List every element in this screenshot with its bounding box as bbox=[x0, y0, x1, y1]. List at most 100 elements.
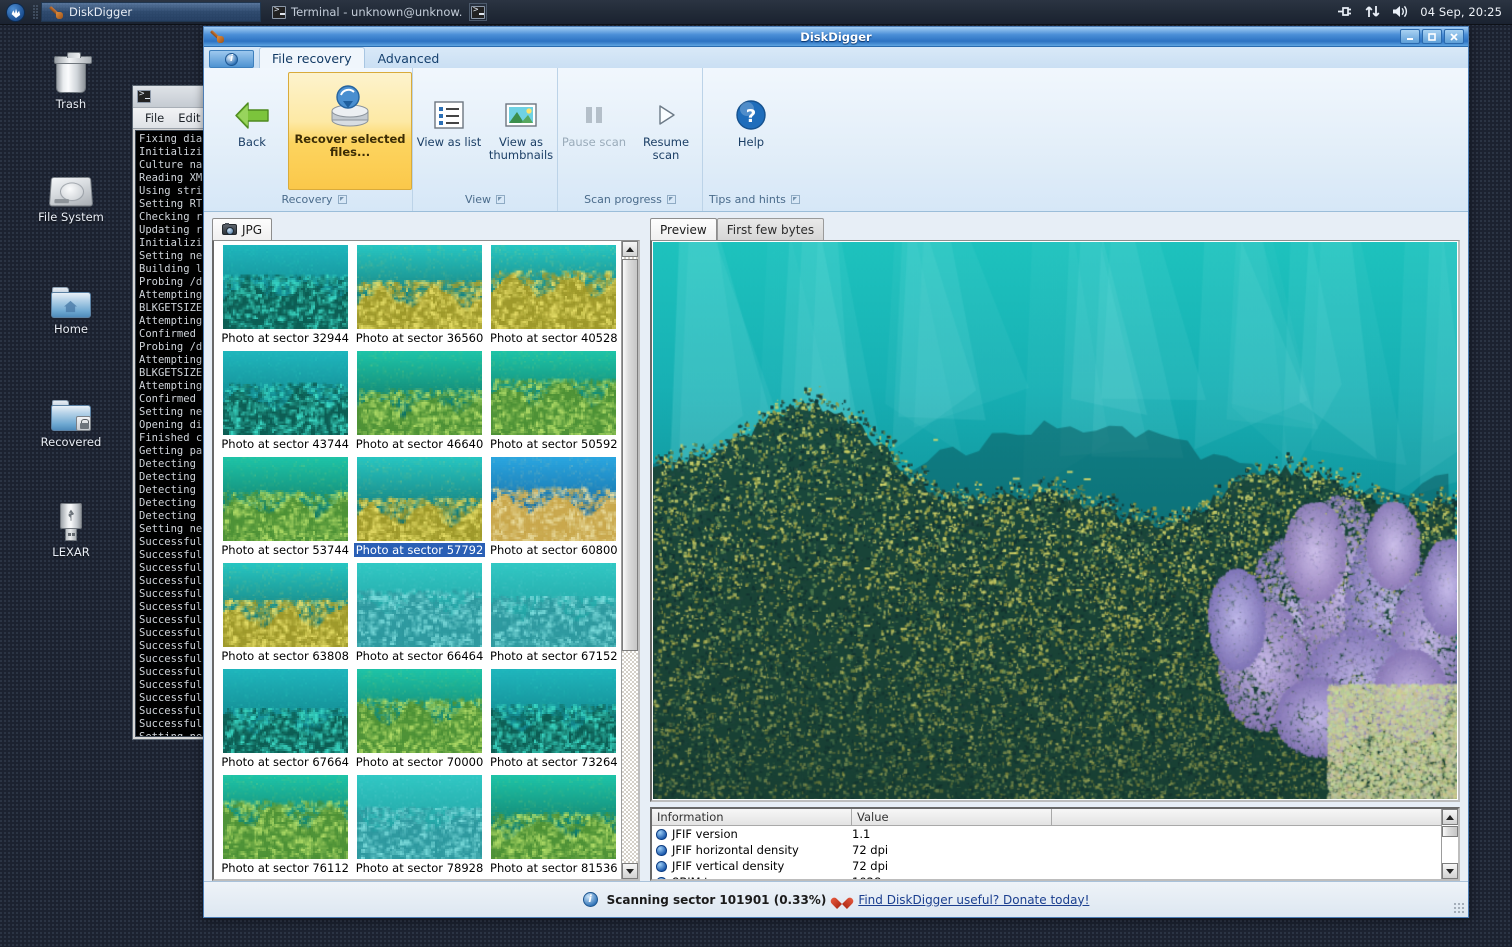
thumbnail-vertical-scrollbar[interactable] bbox=[621, 241, 638, 879]
start-menu-button[interactable] bbox=[0, 0, 30, 25]
thumbnail-image[interactable] bbox=[223, 563, 348, 647]
ribbon-app-button[interactable]: i bbox=[209, 50, 254, 68]
thumbnail-item[interactable]: Photo at sector 36560 bbox=[352, 245, 486, 351]
thumbnail-image[interactable] bbox=[357, 457, 482, 541]
network-updown-icon[interactable] bbox=[1364, 4, 1383, 21]
dialog-launcher-icon[interactable] bbox=[496, 195, 505, 204]
thumbnail-item[interactable]: Photo at sector 81536 bbox=[487, 775, 621, 879]
thumbnail-caption[interactable]: Photo at sector 46640 bbox=[354, 437, 486, 451]
metadata-vertical-scrollbar[interactable] bbox=[1441, 809, 1458, 879]
volume-icon[interactable] bbox=[1392, 4, 1411, 21]
thumbnail-caption[interactable]: Photo at sector 60800 bbox=[488, 543, 620, 557]
thumbnail-item[interactable]: Photo at sector 50592 bbox=[487, 351, 621, 457]
desktop-icon-home[interactable]: Home bbox=[25, 272, 117, 336]
thumbnail-scroll-area[interactable]: Photo at sector 32944Photo at sector 365… bbox=[214, 241, 621, 879]
thumbnail-item[interactable]: Photo at sector 57792 bbox=[352, 457, 486, 563]
thumbnail-item[interactable]: Photo at sector 66464 bbox=[352, 563, 486, 669]
taskbar-grip[interactable] bbox=[33, 5, 38, 20]
thumbnail-item[interactable]: Photo at sector 67152 bbox=[487, 563, 621, 669]
thumbnail-image[interactable] bbox=[491, 669, 616, 753]
view-as-thumbnails-button[interactable]: View as thumbnails bbox=[485, 72, 557, 162]
thumbnail-image[interactable] bbox=[491, 775, 616, 859]
thumbnail-caption[interactable]: Photo at sector 66464 bbox=[354, 649, 486, 663]
resize-grip[interactable] bbox=[1454, 903, 1466, 915]
table-row[interactable]: JFIF vertical density72 dpi bbox=[652, 858, 1458, 874]
thumbnail-image[interactable] bbox=[357, 669, 482, 753]
thumbnail-item[interactable]: Photo at sector 67664 bbox=[218, 669, 352, 775]
thumbnail-image[interactable] bbox=[491, 563, 616, 647]
thumbnail-item[interactable]: Photo at sector 46640 bbox=[352, 351, 486, 457]
tab-preview[interactable]: Preview bbox=[650, 218, 717, 240]
power-plug-icon[interactable] bbox=[1336, 4, 1355, 21]
column-header-information[interactable]: Information bbox=[652, 809, 852, 826]
tab-advanced[interactable]: Advanced bbox=[365, 47, 453, 68]
thumbnail-caption[interactable]: Photo at sector 81536 bbox=[488, 861, 620, 875]
scroll-up-button[interactable] bbox=[1442, 809, 1458, 825]
desktop-icon-trash[interactable]: Trash bbox=[25, 47, 117, 111]
thumbnail-caption[interactable]: Photo at sector 70000 bbox=[354, 755, 486, 769]
maximize-button[interactable] bbox=[1422, 29, 1442, 44]
thumbnail-item[interactable]: Photo at sector 70000 bbox=[352, 669, 486, 775]
thumbnail-image[interactable] bbox=[491, 457, 616, 541]
thumbnail-caption[interactable]: Photo at sector 73264 bbox=[488, 755, 620, 769]
scrollbar-thumb[interactable] bbox=[1442, 826, 1458, 837]
dialog-launcher-icon[interactable] bbox=[791, 195, 800, 204]
thumbnail-caption[interactable]: Photo at sector 76112 bbox=[219, 861, 351, 875]
thumbnail-image[interactable] bbox=[223, 457, 348, 541]
thumbnail-item[interactable]: Photo at sector 32944 bbox=[218, 245, 352, 351]
back-button[interactable]: Back bbox=[216, 72, 288, 149]
thumbnail-caption[interactable]: Photo at sector 50592 bbox=[488, 437, 620, 451]
task-button-diskdigger[interactable]: DiskDigger bbox=[41, 2, 261, 22]
thumbnail-image[interactable] bbox=[223, 351, 348, 435]
donate-link[interactable]: Find DiskDigger useful? Donate today! bbox=[858, 893, 1089, 907]
dialog-launcher-icon[interactable] bbox=[338, 195, 347, 204]
thumbnail-image[interactable] bbox=[223, 775, 348, 859]
thumbnail-image[interactable] bbox=[357, 775, 482, 859]
thumbnail-item[interactable]: Photo at sector 43744 bbox=[218, 351, 352, 457]
thumbnail-caption[interactable]: Photo at sector 57792 bbox=[354, 543, 486, 557]
thumbnail-image[interactable] bbox=[491, 351, 616, 435]
thumbnail-item[interactable]: Photo at sector 40528 bbox=[487, 245, 621, 351]
scroll-up-button[interactable] bbox=[622, 241, 638, 257]
tab-first-few-bytes[interactable]: First few bytes bbox=[717, 218, 824, 240]
column-header-value[interactable]: Value bbox=[852, 809, 1052, 826]
scrollbar-thumb[interactable] bbox=[622, 259, 638, 651]
thumbnail-image[interactable] bbox=[223, 245, 348, 329]
file-type-tab-jpg[interactable]: JPG bbox=[212, 218, 272, 240]
thumbnail-item[interactable]: Photo at sector 63808 bbox=[218, 563, 352, 669]
table-row[interactable]: 8BIM tag1028 bbox=[652, 874, 1458, 881]
close-button[interactable] bbox=[1444, 29, 1464, 44]
thumbnail-image[interactable] bbox=[357, 563, 482, 647]
desktop-icon-lexar[interactable]: LEXAR bbox=[25, 495, 117, 559]
recover-selected-files-button[interactable]: Recover selected files... bbox=[288, 72, 412, 190]
thumbnail-image[interactable] bbox=[491, 245, 616, 329]
thumbnail-image[interactable] bbox=[223, 669, 348, 753]
menu-edit[interactable]: Edit bbox=[178, 111, 200, 125]
thumbnail-caption[interactable]: Photo at sector 40528 bbox=[488, 331, 620, 345]
scroll-down-button[interactable] bbox=[1442, 863, 1458, 879]
resume-scan-button[interactable]: Resume scan bbox=[630, 72, 702, 162]
view-as-list-button[interactable]: View as list bbox=[413, 72, 485, 149]
thumbnail-caption[interactable]: Photo at sector 36560 bbox=[354, 331, 486, 345]
thumbnail-caption[interactable]: Photo at sector 53744 bbox=[219, 543, 351, 557]
tab-file-recovery[interactable]: File recovery bbox=[259, 47, 365, 68]
table-row[interactable]: JFIF horizontal density72 dpi bbox=[652, 842, 1458, 858]
thumbnail-caption[interactable]: Photo at sector 63808 bbox=[219, 649, 351, 663]
diskdigger-titlebar[interactable]: DiskDigger bbox=[204, 27, 1468, 47]
table-row[interactable]: JFIF version1.1 bbox=[652, 826, 1458, 842]
thumbnail-image[interactable] bbox=[357, 245, 482, 329]
thumbnail-caption[interactable]: Photo at sector 43744 bbox=[219, 437, 351, 451]
thumbnail-caption[interactable]: Photo at sector 67152 bbox=[488, 649, 620, 663]
desktop-icon-recovered[interactable]: Recovered bbox=[25, 385, 117, 449]
thumbnail-caption[interactable]: Photo at sector 78928 bbox=[354, 861, 486, 875]
task-button-terminal[interactable]: Terminal - unknown@unknow... bbox=[264, 2, 464, 22]
thumbnail-item[interactable]: Photo at sector 53744 bbox=[218, 457, 352, 563]
desktop-icon-file-system[interactable]: File System bbox=[25, 160, 117, 224]
menu-file[interactable]: File bbox=[145, 111, 164, 125]
terminal-secondary-icon[interactable] bbox=[469, 3, 487, 21]
thumbnail-item[interactable]: Photo at sector 73264 bbox=[487, 669, 621, 775]
column-header-extra[interactable] bbox=[1052, 809, 1458, 826]
thumbnail-item[interactable]: Photo at sector 76112 bbox=[218, 775, 352, 879]
thumbnail-image[interactable] bbox=[357, 351, 482, 435]
scroll-down-button[interactable] bbox=[622, 863, 638, 879]
